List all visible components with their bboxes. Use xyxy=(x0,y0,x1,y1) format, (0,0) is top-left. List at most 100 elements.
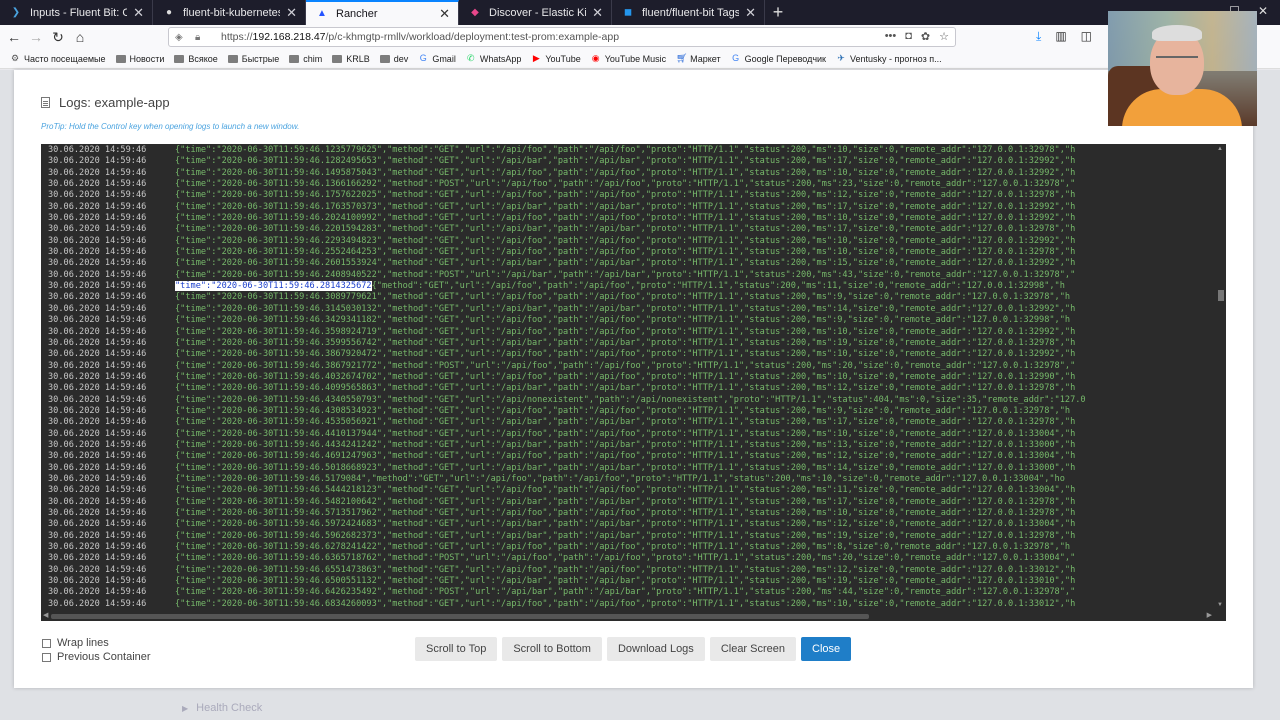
shield-icon[interactable]: ◈ xyxy=(175,32,189,43)
url-path: /p/c-khmgtp-rmllv/workload/deployment:te… xyxy=(325,31,620,43)
extension-icon[interactable]: ✿ xyxy=(921,30,930,43)
browser-tab[interactable]: ❯ Inputs - Fluent Bit: Official Ma ✕ xyxy=(0,0,153,25)
bookmark-star-icon[interactable]: ☆ xyxy=(939,30,949,43)
modal-title: Logs: example-app xyxy=(41,95,170,110)
url-actions: ••• ◘ ✿ ☆ xyxy=(885,30,949,43)
log-message: {"time":"2020-06-30T11:59:46.3145030132"… xyxy=(175,303,1076,314)
browser-tab-label: Rancher xyxy=(336,7,378,20)
scroll-to-bottom-button[interactable]: Scroll to Bottom xyxy=(502,637,602,661)
wrap-lines-box[interactable] xyxy=(42,638,51,648)
folder-icon xyxy=(115,54,126,63)
log-line: 30.06.2020 14:59:46 {"time":"2020-06-30T1… xyxy=(41,292,1215,303)
close-tab-icon[interactable]: ✕ xyxy=(133,5,144,21)
bookmark-item[interactable]: ⚙ Часто посещаемые xyxy=(10,54,106,64)
log-timestamp: 30.06.2020 14:59:46 xyxy=(48,360,147,371)
bookmark-item[interactable]: KRLB xyxy=(332,54,370,64)
log-message: {"time":"2020-06-30T11:59:46.3429341182"… xyxy=(175,315,1071,326)
browser-tab[interactable]: ◼ fluent/fluent-bit Tags - Docke ✕ xyxy=(612,0,765,25)
bookmark-item[interactable]: 🛒︎ Маркет xyxy=(676,54,720,64)
new-tab-button[interactable]: + xyxy=(765,0,791,25)
log-line: 30.06.2020 14:59:46 {"time":"2020-06-30T1… xyxy=(41,565,1215,576)
clear-screen-button[interactable]: Clear Screen xyxy=(709,637,797,661)
close-tab-icon[interactable]: ✕ xyxy=(592,5,603,21)
close-window-icon[interactable]: ✕ xyxy=(1258,4,1268,18)
log-timestamp: 30.06.2020 14:59:46 xyxy=(48,258,147,269)
bookmark-item[interactable]: ◉ YouTube Music xyxy=(591,54,666,64)
log-line: 30.06.2020 14:59:46 {"time":"2020-06-30T1… xyxy=(41,531,1215,542)
browser-tab[interactable]: ● fluent-bit-kubernetes-logging ✕ xyxy=(153,0,306,25)
lock-icon[interactable]: 🔒︎ xyxy=(195,32,209,43)
docker-icon: ◼ xyxy=(623,6,633,18)
log-message: {"time":"2020-06-30T11:59:46.2201594283"… xyxy=(175,224,1076,235)
wrap-lines-checkbox[interactable]: Wrap lines xyxy=(42,636,151,650)
log-timestamp: 30.06.2020 14:59:46 xyxy=(48,269,147,280)
document-icon xyxy=(41,97,50,108)
previous-container-checkbox[interactable]: Previous Container xyxy=(42,650,151,664)
bookmark-label: Всякое xyxy=(188,53,218,64)
log-line: 30.06.2020 14:59:46 {"time":"2020-06-30T1… xyxy=(41,508,1215,519)
more-actions-icon[interactable]: ••• xyxy=(885,30,897,43)
bookmark-item[interactable]: ▶ YouTube xyxy=(531,54,581,64)
scroll-right-icon[interactable]: ▶ xyxy=(1207,611,1212,619)
download-logs-button[interactable]: Download Logs xyxy=(606,637,705,661)
bookmark-item[interactable]: chim xyxy=(289,54,322,64)
log-timestamp: 30.06.2020 14:59:46 xyxy=(48,247,147,258)
url-host: 192.168.218.47 xyxy=(252,31,326,43)
log-line: 30.06.2020 14:59:46 {"time":"2020-06-30T1… xyxy=(41,145,1215,156)
scroll-down-icon[interactable]: ▼ xyxy=(1217,602,1223,608)
toolbar-right: ⤓ ▥ ◫ xyxy=(1036,29,1092,44)
vertical-scrollbar[interactable]: ▲ ▼ xyxy=(1215,144,1226,610)
bookmark-item[interactable]: Быстрые xyxy=(227,54,279,64)
horizontal-scroll-thumb[interactable] xyxy=(51,614,869,619)
github-icon: ● xyxy=(165,6,173,18)
protip-text: ProTip: Hold the Control key when openin… xyxy=(41,122,300,131)
bookmark-item[interactable]: G Gmail xyxy=(418,54,456,64)
bookmark-item[interactable]: G Google Переводчик xyxy=(731,54,826,64)
scroll-up-icon[interactable]: ▲ xyxy=(1217,146,1223,152)
log-line: 30.06.2020 14:59:46 {"time":"2020-06-30T1… xyxy=(41,338,1215,349)
bookmark-label: dev xyxy=(393,53,409,64)
address-bar[interactable]: ◈ 🔒︎ https://192.168.218.47/p/c-khmgtp-r… xyxy=(168,27,956,47)
log-line: 30.06.2020 14:59:46 {"time":"2020-06-30T1… xyxy=(41,485,1215,496)
log-timestamp: 30.06.2020 14:59:46 xyxy=(48,428,147,439)
vertical-scroll-thumb[interactable] xyxy=(1218,290,1224,301)
log-line: 30.06.2020 14:59:46 {"time":"2020-06-30T1… xyxy=(41,304,1215,315)
log-line: 30.06.2020 14:59:46 {"time":"2020-06-30T1… xyxy=(41,587,1215,598)
pocket-icon[interactable]: ◘ xyxy=(905,30,912,43)
scroll-left-icon[interactable]: ◀ xyxy=(43,611,48,619)
bookmark-item[interactable]: ✈ Ventusky - прогноз п... xyxy=(836,54,941,64)
bookmark-item[interactable]: Всякое xyxy=(174,53,218,64)
close-button[interactable]: Close xyxy=(801,637,852,661)
browser-tab-label: Inputs - Fluent Bit: Official Ma xyxy=(30,6,128,19)
log-line: 30.06.2020 14:59:46 {"time":"2020-06-30T1… xyxy=(41,179,1215,190)
bookmark-item[interactable]: dev xyxy=(379,53,409,64)
sidebar-icon[interactable]: ◫ xyxy=(1081,29,1092,44)
back-button[interactable]: ← xyxy=(3,26,25,48)
log-timestamp: 30.06.2020 14:59:46 xyxy=(48,201,147,212)
log-message: {"time":"2020-06-30T11:59:46.3867920472"… xyxy=(175,349,1076,360)
log-timestamp: 30.06.2020 14:59:46 xyxy=(48,473,147,484)
log-viewer[interactable]: 30.06.2020 14:59:46 {"time":"2020-06-30T1… xyxy=(41,144,1226,621)
horizontal-scrollbar[interactable]: ◀ ▶ xyxy=(41,610,1226,621)
download-icon[interactable]: ⤓ xyxy=(1036,29,1041,44)
log-message: {"time":"2020-06-30T11:59:46.5972424683"… xyxy=(175,519,1076,530)
close-tab-icon[interactable]: ✕ xyxy=(286,5,297,21)
previous-container-box[interactable] xyxy=(42,652,51,662)
log-timestamp: 30.06.2020 14:59:46 xyxy=(48,519,147,530)
home-button[interactable]: ⌂ xyxy=(69,26,91,48)
forward-button[interactable]: → xyxy=(25,26,47,48)
browser-tab[interactable]: ▲ Rancher ✕ xyxy=(306,0,459,25)
log-timestamp: 30.06.2020 14:59:46 xyxy=(48,145,147,155)
log-message: {"time":"2020-06-30T11:59:46.4340550793"… xyxy=(175,394,1086,405)
bookmark-item[interactable]: ✆ WhatsApp xyxy=(466,54,521,64)
browser-tab[interactable]: ◆ Discover - Elastic Kibana ✕ xyxy=(459,0,612,25)
scroll-to-top-button[interactable]: Scroll to Top xyxy=(415,637,498,661)
log-options: Wrap lines Previous Container xyxy=(42,636,151,664)
reload-button[interactable]: ↻ xyxy=(47,26,69,48)
bookmark-item[interactable]: Новости xyxy=(115,54,164,64)
close-tab-icon[interactable]: ✕ xyxy=(439,6,450,22)
kibana-icon: ◆ xyxy=(471,6,479,18)
close-tab-icon[interactable]: ✕ xyxy=(745,5,756,21)
bookmark-label: Google Переводчик xyxy=(744,53,826,64)
library-icon[interactable]: ▥ xyxy=(1055,29,1066,44)
